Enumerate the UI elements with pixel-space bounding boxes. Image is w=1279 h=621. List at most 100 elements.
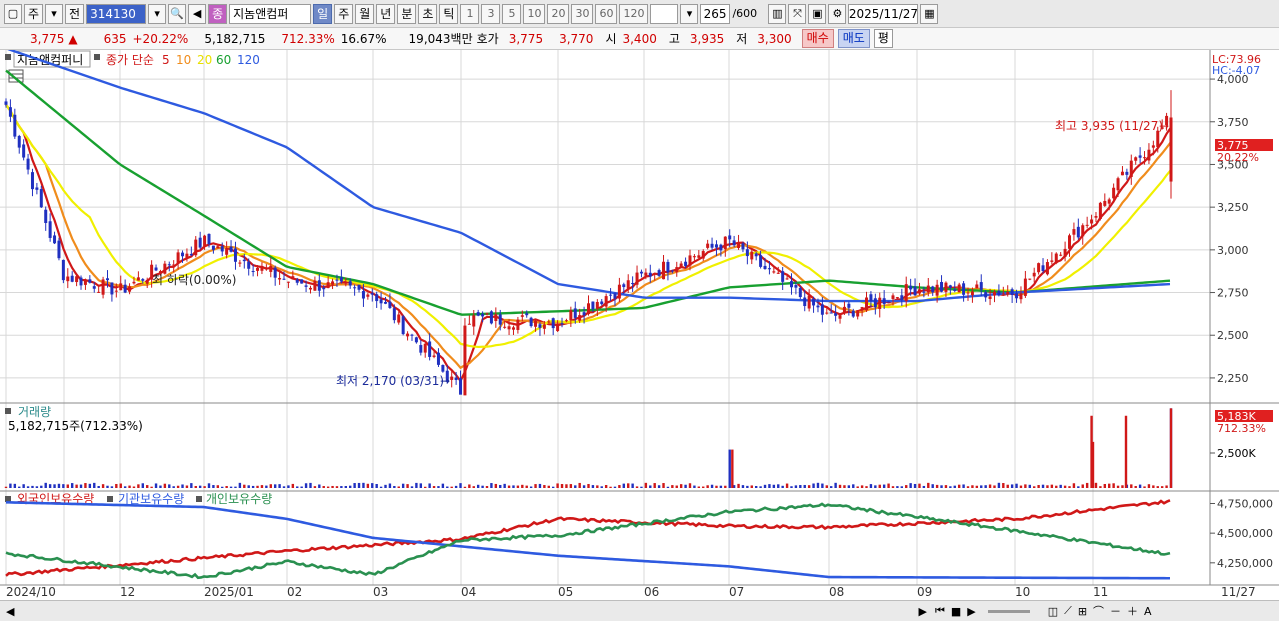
stock-chart[interactable]: 지놈앤컴퍼니 종가 단순 5 10 20 60 120 최고 3,935 (11… <box>0 50 1279 600</box>
scroll-right-icon[interactable]: ▶ <box>918 605 926 618</box>
stock-code-input[interactable]: 314130 <box>86 3 147 24</box>
holding-label-individual[interactable]: 개인보유수량 <box>206 492 272 506</box>
volume-bar <box>1156 486 1159 488</box>
candle-body <box>39 189 43 208</box>
search-icon[interactable]: 🔍 <box>168 3 187 24</box>
tab-year[interactable]: 년 <box>376 3 396 24</box>
candle-body <box>1028 278 1032 280</box>
candle-body <box>1151 145 1155 148</box>
candle-body <box>966 292 970 294</box>
tab-week[interactable]: 주 <box>334 3 354 24</box>
ma10-label[interactable]: 10 <box>176 53 191 67</box>
interval-dropdown-icon[interactable]: ▾ <box>680 3 699 24</box>
ma20-label[interactable]: 20 <box>197 53 212 67</box>
calendar-icon[interactable]: ▦ <box>920 3 939 24</box>
volume-bar <box>322 486 325 488</box>
tab-minute[interactable]: 분 <box>397 3 417 24</box>
candle-body <box>992 291 996 296</box>
count-input[interactable]: 265 <box>700 3 731 24</box>
ma120-label[interactable]: 120 <box>237 53 260 67</box>
interval-20[interactable]: 20 <box>547 3 570 24</box>
font-size-icon[interactable]: A <box>1144 605 1152 618</box>
candle-body <box>17 136 21 148</box>
volume-bar <box>746 485 749 488</box>
scroll-left-icon[interactable]: ◀ <box>6 605 14 618</box>
zoom-out-icon[interactable]: － <box>1110 603 1121 619</box>
candle-body <box>587 303 590 315</box>
candle-body <box>419 345 423 353</box>
interval-10[interactable]: 10 <box>523 3 546 24</box>
max-annotation: 최고 3,935 (11/27) <box>1055 119 1163 133</box>
rewind-icon[interactable]: ⏮ <box>935 604 945 618</box>
candle-body <box>657 270 661 276</box>
candle-body <box>1023 278 1027 296</box>
volume-bar <box>980 485 983 488</box>
zoom-slider[interactable] <box>987 609 1030 613</box>
mid-annotation: 최 하락(0.00%) <box>152 273 236 287</box>
window-icon[interactable]: ▢ <box>4 3 22 24</box>
volume-bar <box>944 485 948 488</box>
tab-second[interactable]: 초 <box>418 3 438 24</box>
volume-bar <box>432 486 436 488</box>
candle-body <box>520 315 524 317</box>
volume-bar <box>1116 485 1120 488</box>
interval-120[interactable]: 120 <box>619 3 649 24</box>
avg-button[interactable]: 평 <box>873 29 893 48</box>
interval-60[interactable]: 60 <box>595 3 618 24</box>
interval-3[interactable]: 3 <box>481 3 501 24</box>
candle-body <box>909 285 913 290</box>
speaker-icon[interactable]: ◀ <box>188 3 207 24</box>
crosshair-icon[interactable]: ⤧ <box>788 3 807 24</box>
tag-badge[interactable]: 종 <box>208 3 228 24</box>
volume-bar <box>710 484 714 488</box>
holding-label-institution[interactable]: 기관보유수량 <box>118 492 184 506</box>
volume-bar <box>993 485 996 488</box>
draw-tool-icon[interactable]: ⟋ <box>1064 604 1072 618</box>
candle-body <box>335 279 339 281</box>
fibonacci-icon[interactable]: ⊞ <box>1078 605 1087 618</box>
volume-bar <box>794 485 798 488</box>
chevron-down-icon[interactable]: ▾ <box>45 3 64 24</box>
prev-button[interactable]: 전 <box>65 3 85 24</box>
candle-body <box>119 283 123 291</box>
tab-day[interactable]: 일 <box>313 3 333 24</box>
volume-bar <box>1112 483 1115 488</box>
date-input[interactable]: 2025/11/27 <box>848 3 919 24</box>
tab-month[interactable]: 월 <box>355 3 375 24</box>
buy-button[interactable]: 매수 <box>801 29 834 48</box>
interval-30[interactable]: 30 <box>571 3 594 24</box>
layout-icon[interactable]: ◫ <box>1048 605 1058 618</box>
candle-type-icon[interactable]: ▥ <box>768 3 787 24</box>
ma60-label[interactable]: 60 <box>216 53 231 67</box>
stop-icon[interactable]: ■ <box>951 605 961 618</box>
candle-body <box>8 107 12 117</box>
candle-body <box>1116 178 1120 191</box>
gear-icon[interactable]: ⚙ <box>828 3 847 24</box>
chart-scrollbar[interactable]: ◀ ▶ ⏮ ■ ▶ ◫ ⟋ ⊞ ⌒ － ＋ A <box>0 600 1279 621</box>
interval-5[interactable]: 5 <box>502 3 522 24</box>
period-type-select[interactable]: 주 <box>24 3 44 24</box>
play-icon[interactable]: ▶ <box>967 605 975 618</box>
interval-1[interactable]: 1 <box>460 3 480 24</box>
volume-title[interactable]: 거래량 <box>18 405 51 419</box>
custom-interval-input[interactable] <box>650 3 679 24</box>
sell-button[interactable]: 매도 <box>837 29 870 48</box>
save-icon[interactable]: ▣ <box>808 3 827 24</box>
tab-tick[interactable]: 틱 <box>439 3 459 24</box>
candle-body <box>397 314 401 323</box>
volume-bar <box>547 485 550 488</box>
candle-body <box>357 284 361 290</box>
ma-label[interactable]: 종가 단순 <box>106 53 154 67</box>
zoom-in-icon[interactable]: ＋ <box>1127 603 1138 619</box>
volume-bar <box>1019 485 1023 488</box>
volume-bar <box>344 486 347 488</box>
ma5-label[interactable]: 5 <box>162 53 170 67</box>
volume-bar <box>454 485 458 488</box>
volume-bar <box>35 486 39 488</box>
candle-body <box>269 265 273 272</box>
magnet-icon[interactable]: ⌒ <box>1093 603 1104 619</box>
scroll-track[interactable] <box>14 605 904 617</box>
candle-body <box>851 310 855 317</box>
x-tick-label: 10 <box>1015 585 1030 599</box>
code-dropdown-icon[interactable]: ▾ <box>148 3 167 24</box>
